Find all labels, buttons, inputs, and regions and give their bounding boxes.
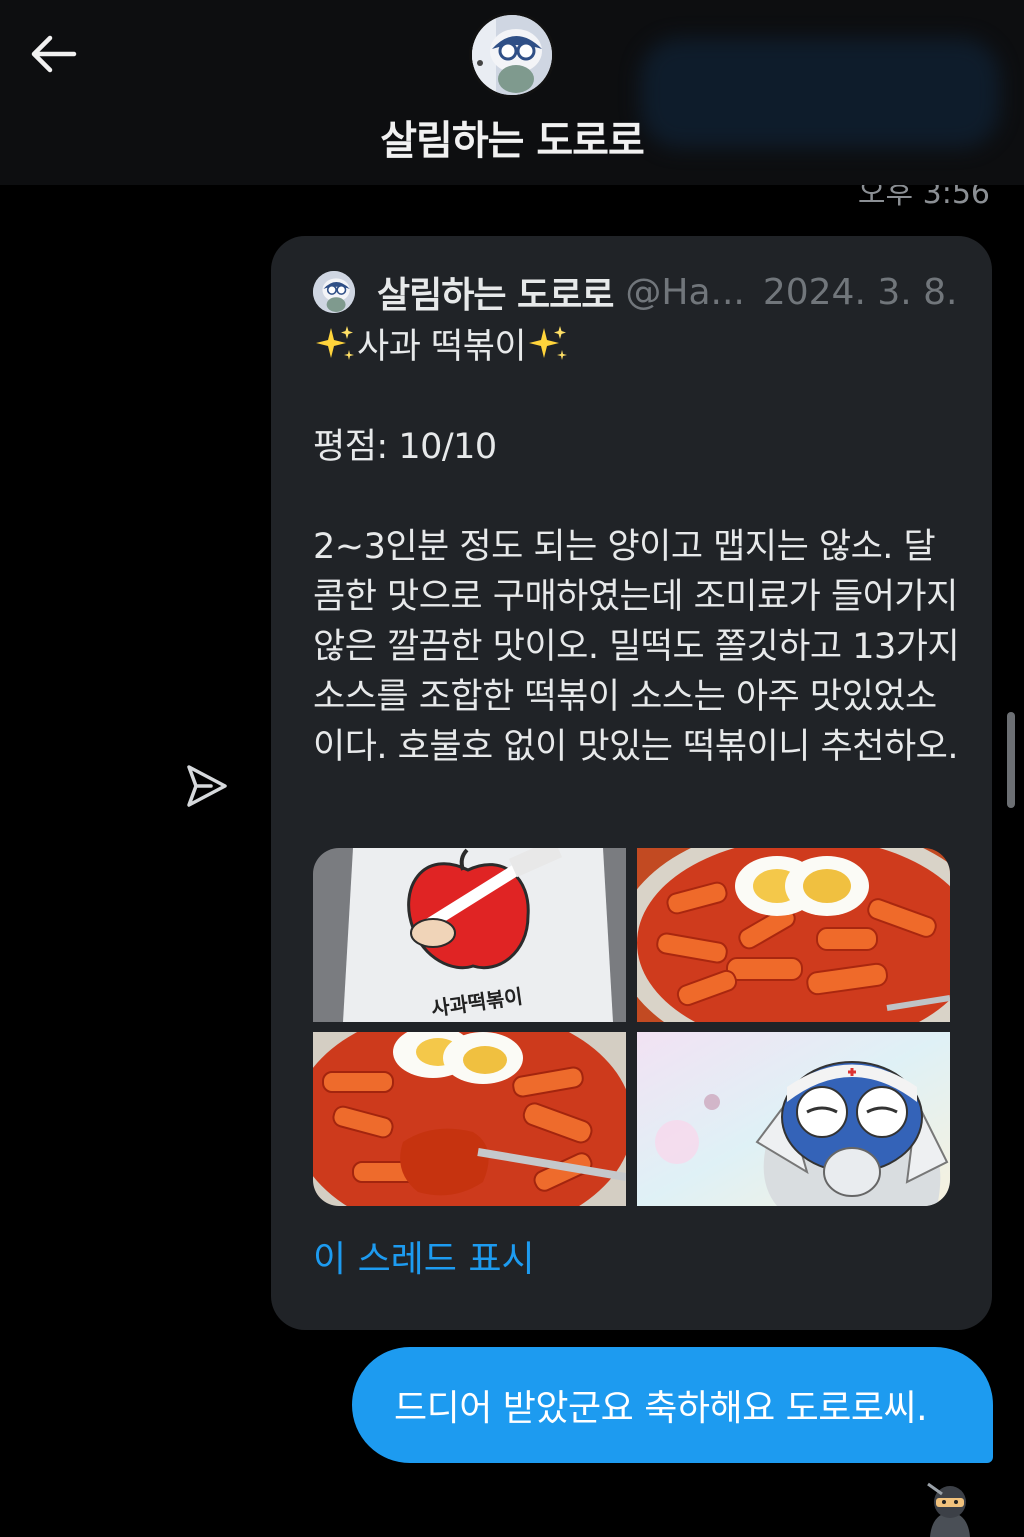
tweet-rating: 평점: 10/10	[313, 427, 497, 467]
package-photo[interactable]: 사과떡볶이	[313, 848, 626, 1022]
media-grid: 사과떡볶이	[313, 848, 950, 1206]
tteokbokki-photo[interactable]	[637, 848, 950, 1022]
avatar-image	[472, 15, 552, 95]
tweet-body: 2~3인분 정도 되는 양이고 맵지는 않소. 달콤한 맛으로 구매하였는데 조…	[313, 527, 970, 767]
page-title: 살림하는 도로로	[380, 118, 645, 164]
show-thread-link[interactable]: 이 스레드 표시	[313, 1230, 535, 1282]
avatar[interactable]	[469, 12, 555, 98]
tweet-title-line: 사과 떡볶이	[313, 322, 963, 372]
sparkles-icon	[316, 326, 354, 360]
avatar[interactable]	[313, 271, 355, 313]
scrollbar[interactable]	[1007, 712, 1015, 808]
back-button[interactable]	[28, 30, 80, 78]
send-icon	[187, 765, 227, 807]
tteokbokki-photo[interactable]	[313, 1032, 626, 1206]
keroro-image[interactable]	[637, 1032, 950, 1206]
message-text: 드디어 받았군요 축하해요 도로로씨.	[394, 1388, 928, 1429]
tweet-text: 사과 떡볶이 평점: 10/10 2~3인분 정도 되는 양이고 맵지는 않소.…	[313, 322, 963, 772]
ninja-icon	[920, 1480, 980, 1537]
avatar-image	[313, 271, 355, 313]
tweet-header: 살림하는 도로로 @Ha... 2024. 3. 8.	[313, 268, 963, 316]
share-button[interactable]	[178, 758, 234, 814]
chat-header: 살림하는 도로로	[0, 0, 1024, 185]
tweet-title: 사과 떡볶이	[357, 327, 527, 367]
quoted-tweet-card[interactable]: 살림하는 도로로 @Ha... 2024. 3. 8. 사과 떡볶이 평점: 1…	[271, 236, 992, 1330]
tweet-date: 2024. 3. 8.	[762, 271, 958, 313]
author-name[interactable]: 살림하는 도로로	[377, 266, 614, 318]
arrow-left-icon	[31, 35, 77, 73]
message-bubble[interactable]: 드디어 받았군요 축하해요 도로로씨.	[352, 1347, 993, 1463]
sparkles-icon	[529, 326, 568, 360]
author-handle: @Ha...	[625, 271, 745, 313]
